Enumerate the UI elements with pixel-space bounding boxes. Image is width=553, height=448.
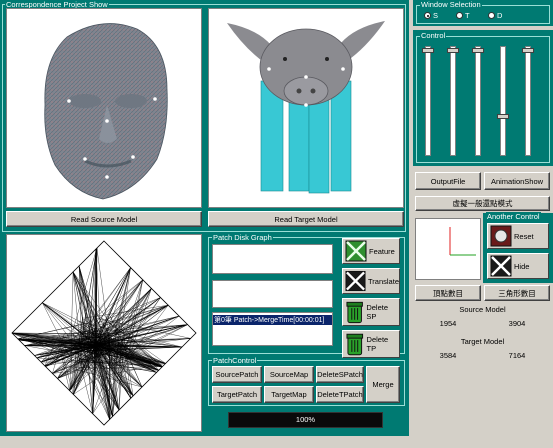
slider-track-4[interactable]	[500, 46, 506, 156]
output-file-button[interactable]: OutputFile	[415, 172, 481, 190]
read-target-model-button[interactable]: Read Target Model	[208, 211, 404, 227]
target-vertices-value: 3584	[439, 351, 457, 360]
radio-s-icon[interactable]	[424, 12, 431, 19]
progress-text: 100%	[295, 415, 316, 424]
face-mesh-render	[44, 23, 168, 200]
triangle-count-button[interactable]: 三角形數目	[484, 285, 550, 301]
slider-track-2[interactable]	[450, 46, 456, 156]
source-map-button[interactable]: SourceMap	[264, 366, 314, 383]
delete-t-patch-button[interactable]: DeleteTPatch	[316, 386, 364, 403]
translate-button[interactable]: Translate	[342, 268, 400, 294]
delete-s-patch-button[interactable]: DeleteSPatch	[316, 366, 364, 383]
trash-icon	[346, 301, 363, 324]
patch-disk-box-1	[212, 244, 333, 274]
delete-tp-label: Delete TP	[366, 335, 389, 353]
axis-gizmo-icon	[449, 227, 476, 256]
translate-icon	[345, 270, 366, 292]
animation-show-button[interactable]: AnimationShow	[484, 172, 550, 190]
patch-log-listbox[interactable]: 第0筆 Patch->MergeTime[00:00:01]	[212, 312, 333, 346]
hide-button[interactable]: Hide	[487, 253, 549, 279]
trash-icon	[346, 333, 364, 356]
radio-t-icon[interactable]	[456, 12, 463, 19]
target-model-viewport[interactable]	[208, 8, 404, 208]
window-option-s[interactable]: S	[424, 11, 438, 20]
slider-thumb-2[interactable]	[447, 48, 459, 53]
translate-label: Translate	[368, 276, 399, 286]
patch-graph-viewport[interactable]	[6, 234, 202, 432]
source-model-viewport[interactable]	[6, 8, 202, 208]
patch-control-title: PatchControl	[212, 356, 258, 365]
feature-button[interactable]: Feature	[342, 238, 400, 264]
slider-thumb-5[interactable]	[522, 48, 534, 53]
slider-thumb-4[interactable]	[497, 114, 509, 120]
axis-preview	[415, 218, 481, 280]
slider-thumb-3[interactable]	[472, 48, 484, 53]
delete-sp-label: Delete SP	[366, 303, 389, 321]
slider-track-5[interactable]	[525, 46, 531, 156]
target-model-label: Target Model	[460, 337, 505, 346]
pig-mesh-render	[227, 21, 385, 194]
vertex-count-button[interactable]: 頂點數目	[415, 285, 481, 301]
slider-track-1[interactable]	[425, 46, 431, 156]
source-vertices-value: 1954	[439, 319, 457, 328]
target-map-button[interactable]: TargetMap	[264, 386, 314, 403]
source-model-label: Source Model	[459, 305, 506, 314]
delete-sp-button[interactable]: Delete SP	[342, 298, 400, 326]
source-patch-button[interactable]: SourcePatch	[212, 366, 262, 383]
hide-label: Hide	[514, 261, 530, 271]
hide-icon	[490, 255, 512, 277]
window-option-t-label: T	[465, 11, 470, 20]
patch-disk-title: Patch Disk Graph	[212, 233, 273, 242]
window-option-s-label: S	[433, 11, 439, 20]
feature-icon	[345, 240, 367, 262]
virtual-mode-button[interactable]: 虛擬一般還點模式	[415, 196, 550, 211]
wireframe-edges	[11, 248, 191, 420]
patch-log-entry[interactable]: 第0筆 Patch->MergeTime[00:00:01]	[213, 315, 332, 325]
target-triangles-value: 7164	[508, 351, 526, 360]
reset-label: Reset	[514, 231, 534, 241]
patch-disk-box-2	[212, 280, 333, 308]
window-option-d-label: D	[497, 11, 503, 20]
progress-bar: 100%	[228, 412, 383, 428]
reset-button[interactable]: Reset	[487, 223, 549, 249]
feature-label: Feature	[369, 246, 395, 256]
delete-tp-button[interactable]: Delete TP	[342, 330, 400, 358]
read-source-model-button[interactable]: Read Source Model	[6, 211, 202, 227]
another-control-title: Another Control	[486, 212, 541, 221]
window-option-d[interactable]: D	[488, 11, 502, 20]
wireframe-disk-render	[11, 240, 197, 426]
control-title: Control	[420, 31, 447, 40]
target-patch-button[interactable]: TargetPatch	[212, 386, 262, 403]
radio-d-icon[interactable]	[488, 12, 495, 19]
source-triangles-value: 3904	[508, 319, 526, 328]
window-selection-title: Window Selection	[420, 0, 482, 9]
reset-icon	[490, 225, 512, 247]
window-option-t[interactable]: T	[456, 11, 470, 20]
slider-thumb-1[interactable]	[422, 48, 434, 53]
merge-button[interactable]: Merge	[366, 366, 400, 403]
slider-track-3[interactable]	[475, 46, 481, 156]
